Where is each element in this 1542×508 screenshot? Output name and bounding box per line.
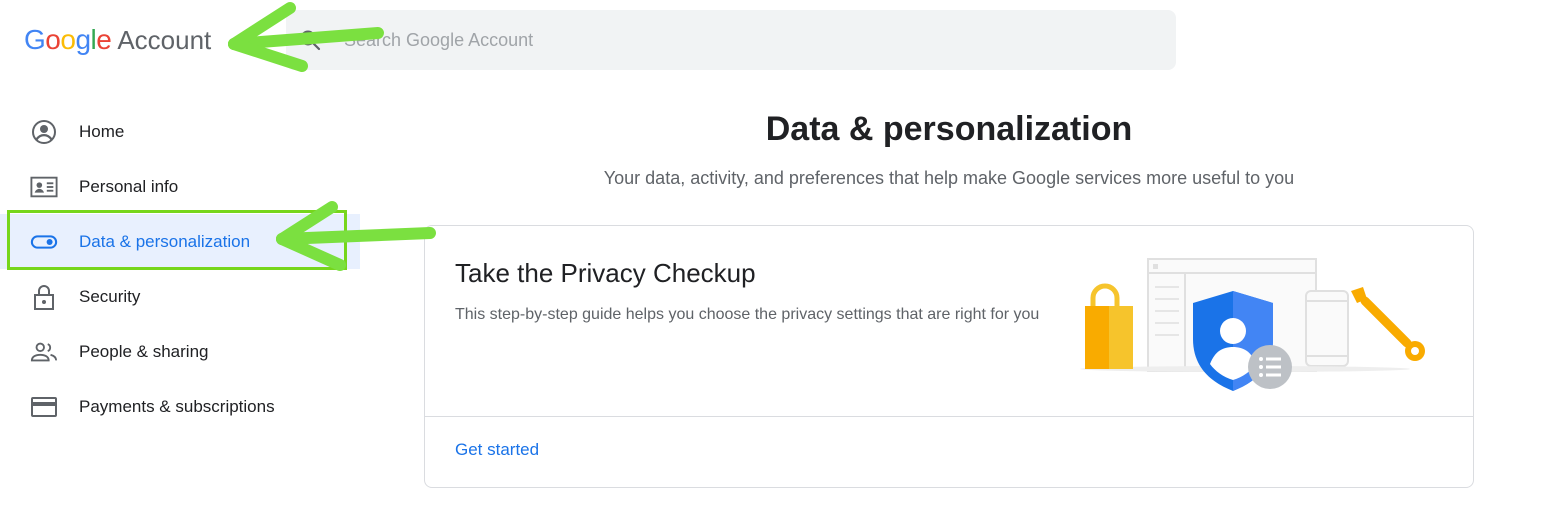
get-started-link[interactable]: Get started [455, 440, 539, 460]
sidebar-item-security[interactable]: Security [0, 269, 360, 324]
sidebar-item-data-personalization[interactable]: Data & personalization [0, 214, 360, 269]
sidebar-nav: Home Personal info Data & personalizatio… [0, 104, 360, 434]
sidebar-item-label: Security [79, 286, 141, 306]
card-description: This step-by-step guide helps you choose… [455, 306, 1040, 323]
people-icon [30, 338, 58, 366]
product-name: Account [117, 25, 212, 55]
page-title: Data & personalization [765, 110, 1133, 148]
card-title: Take the Privacy Checkup [455, 258, 756, 288]
credit-card-icon [30, 393, 58, 421]
sidebar-item-people-sharing[interactable]: People & sharing [0, 324, 360, 379]
sidebar-item-label: Data & personalization [79, 231, 251, 251]
search-icon[interactable] [298, 28, 322, 52]
google-account-logo[interactable]: Google Account [24, 24, 211, 58]
search-input[interactable] [344, 29, 1044, 51]
page-subtitle: Your data, activity, and preferences tha… [603, 168, 1295, 188]
privacy-checkup-card: Take the Privacy Checkup This step-by-st… [424, 225, 1474, 488]
sidebar-item-label: Payments & subscriptions [79, 396, 275, 416]
search-bar[interactable] [286, 10, 1176, 70]
google-wordmark: Google [24, 24, 112, 55]
sidebar-item-label: People & sharing [79, 341, 209, 361]
privacy-checkup-illustration [1080, 258, 1425, 391]
toggle-icon [30, 228, 58, 256]
lock-icon [30, 283, 58, 311]
card-divider [425, 416, 1473, 417]
sidebar-item-payments-subscriptions[interactable]: Payments & subscriptions [0, 379, 360, 434]
